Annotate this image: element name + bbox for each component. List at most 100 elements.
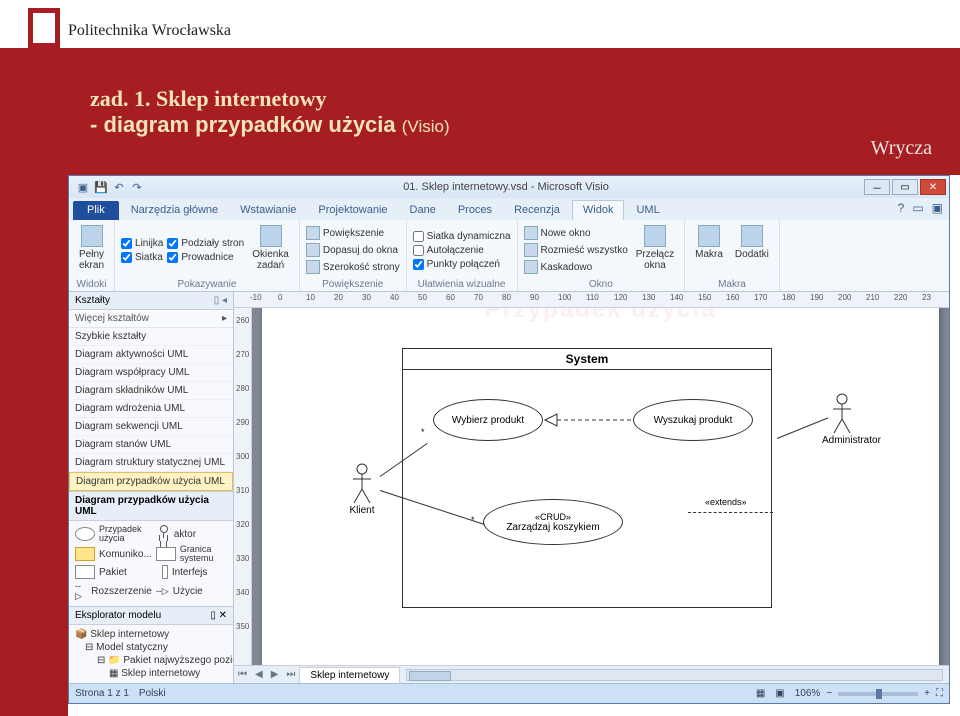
tab-view[interactable]: Widok xyxy=(572,200,625,220)
sheet-nav-first[interactable]: ⏮ xyxy=(234,669,251,680)
dynamic-grid-checkbox[interactable]: Siatka dynamiczna xyxy=(413,231,511,242)
task-panes-button[interactable]: Okienka zadań xyxy=(248,223,293,277)
shape-package[interactable]: Pakiet xyxy=(75,565,152,579)
usecase-wyszukaj-produkt[interactable]: Wyszukaj produkt xyxy=(633,399,753,441)
red-sidebar xyxy=(0,48,68,716)
actor-klient[interactable]: Klient xyxy=(342,463,382,516)
shape-communicates[interactable]: Komuniko... xyxy=(75,545,152,563)
autoconnect-checkbox[interactable]: Autołączenie xyxy=(413,245,511,256)
tree-top-package[interactable]: ⊟ 📁 Pakiet najwyższego poziomu xyxy=(75,654,227,667)
canvas[interactable]: Przypadek użycia System Wybierz produkt … xyxy=(252,308,949,665)
university-name: Politechnika Wrocławska xyxy=(68,22,231,40)
cat-collaboration[interactable]: Diagram współpracy UML xyxy=(69,364,233,382)
macros-button[interactable]: Makra xyxy=(691,223,727,277)
cat-static[interactable]: Diagram struktury statycznej UML xyxy=(69,454,233,472)
slide-title-line2: - diagram przypadków użycia (Visio) xyxy=(90,112,940,138)
arrange-all-button[interactable]: Rozmieść wszystko xyxy=(524,243,628,257)
zoom-button[interactable]: Powiększenie xyxy=(306,226,400,240)
shapes-pane-header[interactable]: Kształty▯ ◂ xyxy=(69,292,233,310)
model-explorer: Eksplorator modelu▯ ✕ 📦 Sklep internetow… xyxy=(69,606,233,683)
sheet-nav-last[interactable]: ⏭ xyxy=(282,669,299,680)
fit-window-button[interactable]: Dopasuj do okna xyxy=(306,243,400,257)
extends-arrowhead xyxy=(543,411,635,431)
actor-administrator[interactable]: Administrator xyxy=(822,393,862,446)
close-button[interactable]: ✕ xyxy=(920,179,946,195)
tree-sklep[interactable]: ▦ Sklep internetowy xyxy=(75,667,227,680)
more-shapes-button[interactable]: Więcej kształtów▸ xyxy=(69,310,233,328)
tree-static-model[interactable]: ⊟ Model statyczny xyxy=(75,641,227,654)
tab-process[interactable]: Proces xyxy=(448,201,502,220)
guides-checkbox[interactable]: Prowadnice xyxy=(167,252,244,263)
cat-component[interactable]: Diagram składników UML xyxy=(69,382,233,400)
quick-shapes-item[interactable]: Szybkie kształty xyxy=(69,328,233,346)
shape-uses[interactable]: --▷Użycie xyxy=(156,581,227,602)
sheet-nav-next[interactable]: ▶ xyxy=(267,669,283,680)
new-window-button[interactable]: Nowe okno xyxy=(524,226,628,240)
fullscreen-button[interactable]: Pełny ekran xyxy=(75,223,108,277)
ribbon-minimize-icon[interactable]: ▭ xyxy=(912,201,923,215)
pagebreaks-checkbox[interactable]: Podziały stron xyxy=(167,238,244,249)
window-restore-icon[interactable]: ▣ xyxy=(932,201,943,215)
cat-sequence[interactable]: Diagram sekwencji UML xyxy=(69,418,233,436)
tree-root[interactable]: 📦 Sklep internetowy xyxy=(75,628,227,641)
grid-checkbox[interactable]: Siatka xyxy=(121,252,163,263)
connection-points-checkbox[interactable]: Punkty połączeń xyxy=(413,259,511,270)
zoom-slider[interactable] xyxy=(838,692,918,696)
minimize-button[interactable]: － xyxy=(864,179,890,195)
usecase-wybierz-produkt[interactable]: Wybierz produkt xyxy=(433,399,543,441)
view-mode-icon[interactable]: ▦ xyxy=(756,688,765,699)
drawing-page[interactable]: Przypadek użycia System Wybierz produkt … xyxy=(262,308,939,665)
ruler-checkbox[interactable]: Linijka xyxy=(121,238,163,249)
tab-file[interactable]: Plik xyxy=(73,201,119,220)
pane-collapse-icon[interactable]: ▯ ◂ xyxy=(214,295,227,306)
tab-insert[interactable]: Wstawianie xyxy=(230,201,306,220)
tab-review[interactable]: Recenzja xyxy=(504,201,570,220)
tab-home[interactable]: Narzędzia główne xyxy=(121,201,228,220)
zoom-out-icon[interactable]: − xyxy=(826,688,832,699)
shape-actor[interactable]: aktor xyxy=(156,525,227,543)
view-mode2-icon[interactable]: ▣ xyxy=(775,688,784,699)
close-icon[interactable]: ▯ ✕ xyxy=(210,610,227,621)
fit-page-icon[interactable]: ⛶ xyxy=(936,688,943,699)
maximize-button[interactable]: ▭ xyxy=(892,179,918,195)
switch-windows-button[interactable]: Przełącz okna xyxy=(632,223,678,277)
shapes-pane: Kształty▯ ◂ Więcej kształtów▸ Szybkie ks… xyxy=(69,292,234,683)
cat-activity[interactable]: Diagram aktywności UML xyxy=(69,346,233,364)
status-bar: Strona 1 z 1 Polski ▦ ▣ 106% − + ⛶ xyxy=(69,683,949,703)
undo-icon[interactable]: ↶ xyxy=(111,179,127,195)
shape-extends[interactable]: --▷Rozszerzenie xyxy=(75,581,152,602)
extends-connector[interactable] xyxy=(688,512,773,513)
tab-design[interactable]: Projektowanie xyxy=(308,201,397,220)
tab-data[interactable]: Dane xyxy=(400,201,446,220)
cat-state[interactable]: Diagram stanów UML xyxy=(69,436,233,454)
addons-button[interactable]: Dodatki xyxy=(731,223,773,277)
shape-interface[interactable]: Interfejs xyxy=(156,565,227,579)
extends-label: «extends» xyxy=(703,497,749,507)
usecase-zarzadzaj-koszykiem[interactable]: «CRUD» Zarządzaj koszykiem xyxy=(483,499,623,545)
tab-uml[interactable]: UML xyxy=(626,201,669,220)
page-width-button[interactable]: Szerokość strony xyxy=(306,260,400,274)
sheet-tab[interactable]: Sklep internetowy xyxy=(299,667,400,683)
association-admin-uc2[interactable] xyxy=(777,417,828,439)
status-page: Strona 1 z 1 xyxy=(75,688,129,699)
sheet-nav-prev[interactable]: ◀ xyxy=(251,669,267,680)
stencil-title: Diagram przypadków użycia UML xyxy=(69,491,233,521)
cat-deployment[interactable]: Diagram wdrożenia UML xyxy=(69,400,233,418)
university-logo xyxy=(28,8,60,48)
explorer-header[interactable]: Eksplorator modelu▯ ✕ xyxy=(69,607,233,625)
window-titlebar[interactable]: ▣ 💾 ↶ ↷ 01. Sklep internetowy.vsd - Micr… xyxy=(69,176,949,198)
cat-usecase[interactable]: Diagram przypadków użycia UML xyxy=(69,472,233,491)
shape-usecase[interactable]: Przypadek użycia xyxy=(75,525,152,543)
cascade-button[interactable]: Kaskadowo xyxy=(524,260,628,274)
sheet-tabs: ⏮ ◀ ▶ ⏭ Sklep internetowy xyxy=(234,665,949,683)
horizontal-scrollbar[interactable] xyxy=(406,669,943,681)
save-icon[interactable]: 💾 xyxy=(93,179,109,195)
help-icon[interactable]: ? xyxy=(898,201,905,215)
slide-title-line1: zad. 1. Sklep internetowy xyxy=(90,86,940,112)
visio-icon: ▣ xyxy=(75,179,91,195)
system-boundary[interactable]: System Wybierz produkt Wyszukaj produkt … xyxy=(402,348,772,608)
shape-boundary[interactable]: Granica systemu xyxy=(156,545,227,563)
zoom-in-icon[interactable]: + xyxy=(924,688,930,699)
zoom-value[interactable]: 106% xyxy=(795,688,821,699)
redo-icon[interactable]: ↷ xyxy=(129,179,145,195)
